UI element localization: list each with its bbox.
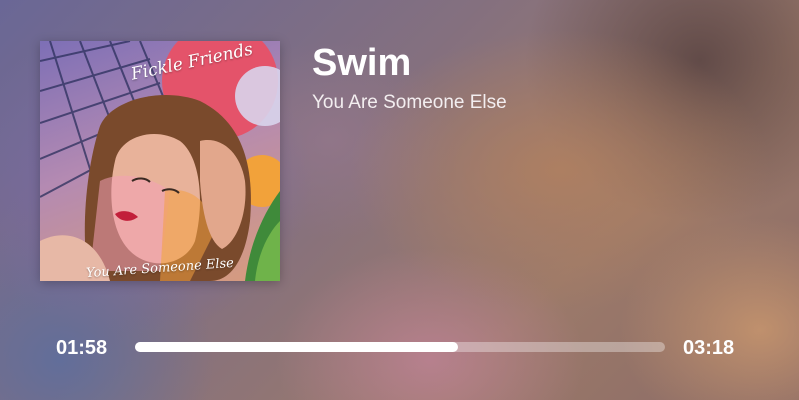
total-time: 03:18 <box>683 337 735 359</box>
elapsed-time: 01:58 <box>56 337 108 359</box>
progress-fill <box>135 342 459 352</box>
track-title: Swim <box>312 42 412 84</box>
track-artist: You Are Someone Else <box>312 92 507 113</box>
album-cover: Fickle Friends You Are Someone Else <box>40 41 280 281</box>
progress-bar[interactable] <box>135 342 665 352</box>
